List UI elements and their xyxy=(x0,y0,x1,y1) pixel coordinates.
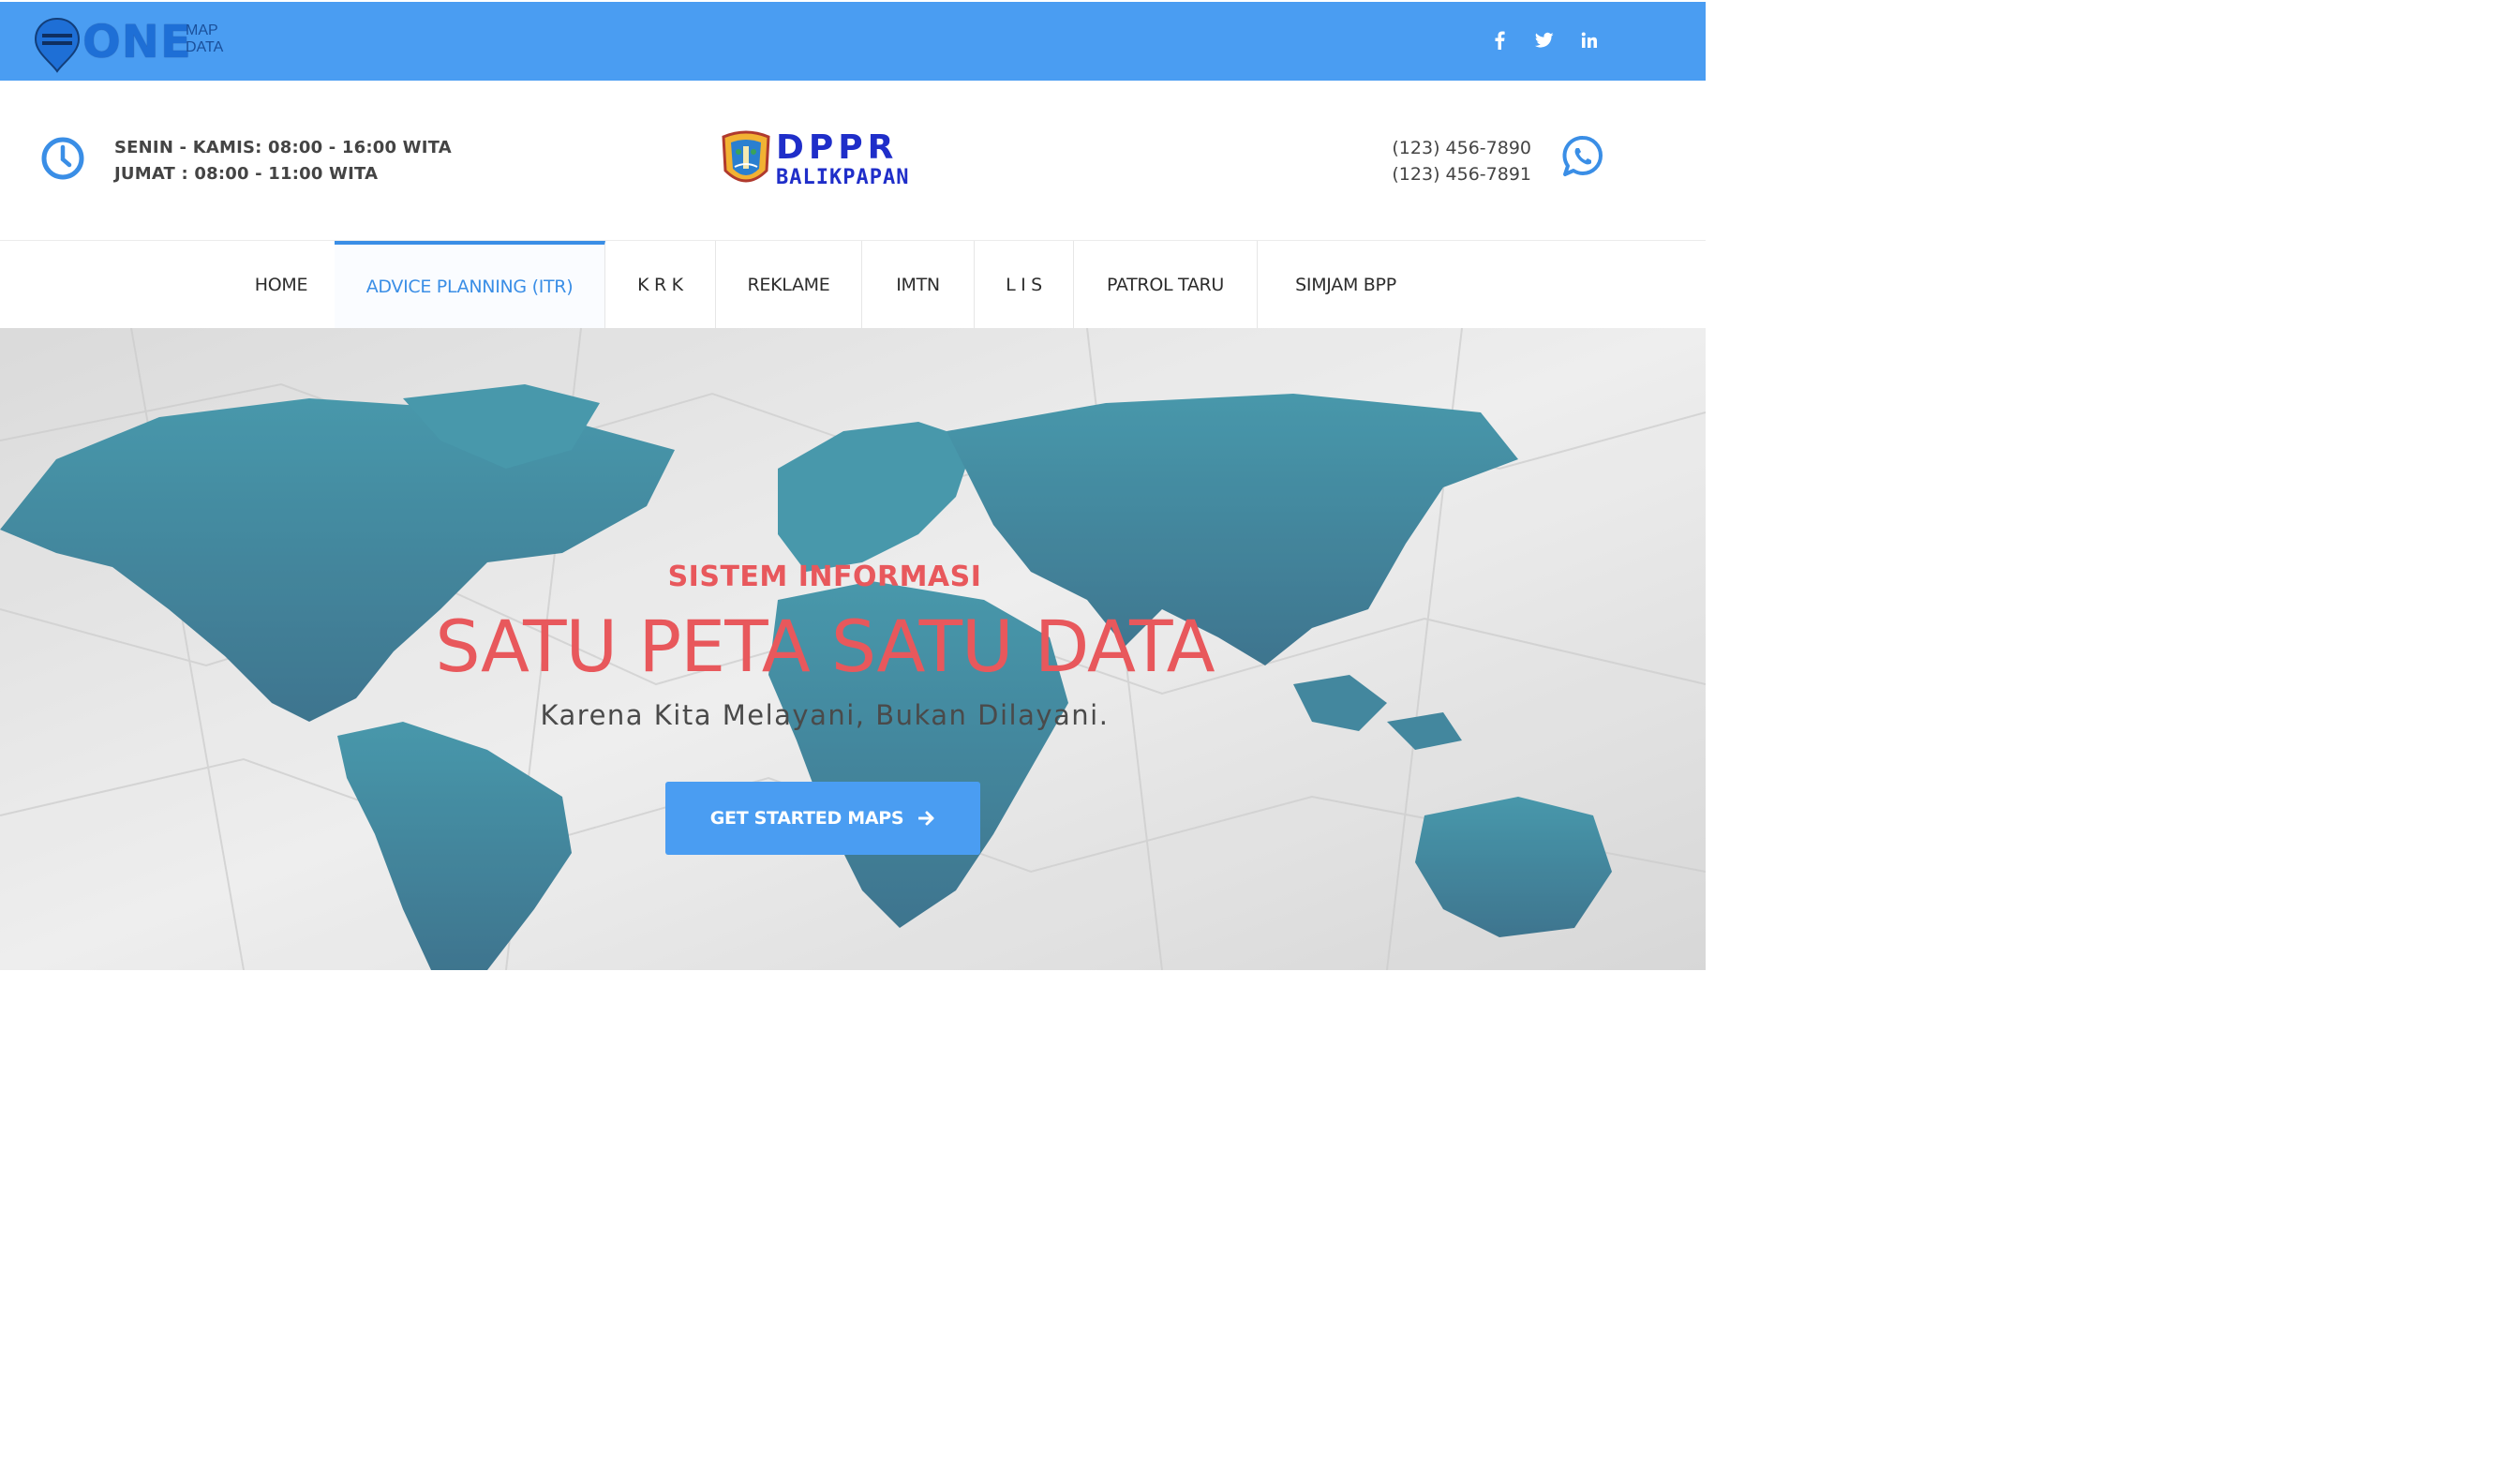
info-bar: SENIN - KAMIS: 08:00 - 16:00 WITA JUMAT … xyxy=(0,81,1706,240)
dppr-subtitle: BALIKPAPAN xyxy=(776,166,910,189)
nav-patrol-taru-label: PATROL TARU xyxy=(1106,275,1225,295)
hero-kicker: SISTEM INFORMASI xyxy=(667,561,982,593)
get-started-maps-label: GET STARTED MAPS xyxy=(709,808,904,829)
website: ONE MAP DATA SENIN - KAMIS: 08:00 - 16:0… xyxy=(0,0,1706,970)
arrow-right-icon xyxy=(918,811,935,826)
hero-title: SATU PETA SATU DATA xyxy=(435,605,1215,688)
nav-lis-label: L I S xyxy=(1006,275,1042,295)
hero-banner: SISTEM INFORMASI SATU PETA SATU DATA Kar… xyxy=(0,328,1706,970)
twitter-icon[interactable] xyxy=(1534,30,1555,51)
logo-small-data: DATA xyxy=(186,39,224,55)
office-hours: SENIN - KAMIS: 08:00 - 16:00 WITA JUMAT … xyxy=(114,135,452,187)
nav-patrol-taru[interactable]: PATROL TARU xyxy=(1074,241,1258,329)
phone-numbers: (123) 456-7890 (123) 456-7891 xyxy=(1392,135,1531,187)
linkedin-icon[interactable] xyxy=(1579,30,1600,51)
clock-icon xyxy=(41,137,84,180)
nav-simjam-bpp-label: SIMJAM BPP xyxy=(1295,275,1396,295)
nav-simjam-bpp[interactable]: SIMJAM BPP xyxy=(1258,241,1434,329)
facebook-icon[interactable] xyxy=(1489,30,1510,51)
nav-imtn[interactable]: IMTN xyxy=(862,241,975,329)
nav-lis[interactable]: L I S xyxy=(975,241,1074,329)
balikpapan-emblem-icon xyxy=(722,130,770,183)
nav-advice-planning-label: ADVICE PLANNING (ITR) xyxy=(365,277,574,297)
nav-krk-label: K R K xyxy=(637,275,683,295)
nav-home-label: HOME xyxy=(254,275,308,295)
logo-small-map: MAP xyxy=(186,22,218,38)
phone-1[interactable]: (123) 456-7890 xyxy=(1392,135,1531,161)
nav-home[interactable]: HOME xyxy=(229,241,334,329)
hours-weekday: SENIN - KAMIS: 08:00 - 16:00 WITA xyxy=(114,138,452,157)
hero-subtitle: Karena Kita Melayani, Bukan Dilayani. xyxy=(540,699,1110,731)
nav-reklame[interactable]: REKLAME xyxy=(716,241,862,329)
hours-friday: JUMAT : 08:00 - 11:00 WITA xyxy=(114,164,379,184)
social-links xyxy=(1489,30,1600,51)
nav-reklame-label: REKLAME xyxy=(747,275,830,295)
dppr-title: DPPR xyxy=(776,128,899,167)
dppr-logo[interactable]: DPPR BALIKPAPAN xyxy=(720,129,935,193)
main-nav: HOME ADVICE PLANNING (ITR) K R K REKLAME… xyxy=(0,240,1706,329)
nav-imtn-label: IMTN xyxy=(896,275,940,295)
top-bar: ONE MAP DATA xyxy=(0,2,1706,81)
nav-advice-planning[interactable]: ADVICE PLANNING (ITR) xyxy=(335,241,605,329)
whatsapp-icon[interactable] xyxy=(1561,135,1604,178)
logo-word: ONE xyxy=(82,16,192,68)
nav-krk[interactable]: K R K xyxy=(605,241,716,329)
map-pin-icon xyxy=(34,17,81,73)
onemap-logo[interactable]: ONE MAP DATA xyxy=(34,15,240,73)
phone-2[interactable]: (123) 456-7891 xyxy=(1392,161,1531,187)
get-started-maps-button[interactable]: GET STARTED MAPS xyxy=(665,782,980,855)
